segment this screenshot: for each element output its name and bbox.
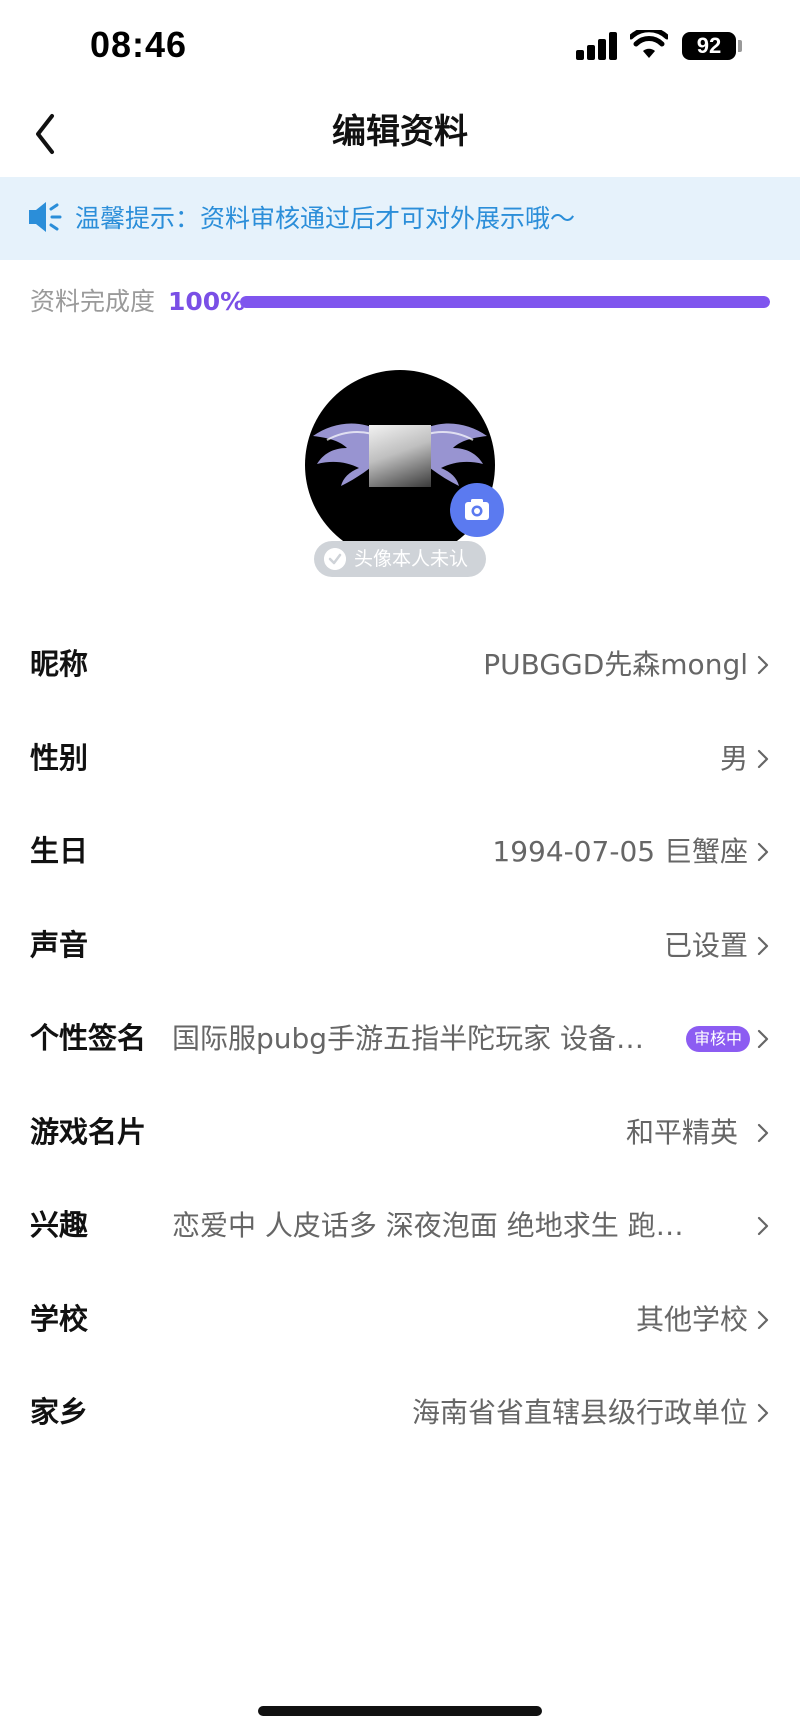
row-label: 性别 bbox=[30, 740, 89, 775]
row-value: 和平精英 bbox=[625, 1115, 738, 1149]
chevron-right-icon bbox=[757, 749, 769, 768]
notice-text: 温馨提示：资料审核通过后才可对外展示哦～ bbox=[75, 204, 576, 233]
chevron-right-icon bbox=[757, 1216, 769, 1236]
camera-button[interactable] bbox=[450, 483, 504, 537]
speaker-icon bbox=[29, 202, 62, 232]
status-time: 08:46 bbox=[90, 24, 188, 65]
row-value: 其他学校 bbox=[635, 1302, 748, 1336]
chevron-right-icon bbox=[757, 1123, 769, 1142]
chevron-right-icon bbox=[757, 1029, 769, 1049]
row-label: 声音 bbox=[30, 927, 89, 962]
row-value: 恋爱中 人皮话多 深夜泡面 绝地求生 跑… bbox=[172, 1209, 684, 1242]
row-value: 1994-07-05 巨蟹座 bbox=[492, 835, 748, 868]
avatar-photo bbox=[369, 425, 431, 487]
row-gender[interactable]: 性别 男 bbox=[0, 712, 800, 806]
row-value: 男 bbox=[719, 741, 748, 775]
battery-icon: 92 bbox=[682, 32, 736, 60]
camera-icon bbox=[465, 499, 489, 520]
completeness-progress-fill bbox=[240, 296, 770, 308]
nav-bar: 编辑资料 bbox=[0, 92, 800, 176]
row-label: 个性签名 bbox=[30, 1021, 147, 1055]
wifi-icon bbox=[630, 30, 668, 58]
row-label: 家乡 bbox=[30, 1395, 89, 1429]
row-label: 生日 bbox=[30, 834, 89, 868]
row-value: 已设置 bbox=[663, 928, 748, 962]
row-label: 游戏名片 bbox=[30, 1114, 147, 1149]
row-label: 学校 bbox=[30, 1301, 89, 1336]
row-hometown[interactable]: 家乡 海南省省直辖县级行政单位 bbox=[0, 1366, 800, 1460]
page-title: 编辑资料 bbox=[332, 112, 468, 152]
row-game-card[interactable]: 游戏名片 和平精英 bbox=[0, 1086, 800, 1180]
row-value: PUBGGD先森mongl bbox=[483, 648, 748, 681]
signal-icon bbox=[576, 32, 618, 60]
home-indicator bbox=[258, 1706, 542, 1716]
row-interests[interactable]: 兴趣 恋爱中 人皮话多 深夜泡面 绝地求生 跑… bbox=[0, 1179, 800, 1273]
battery-tip bbox=[738, 40, 742, 52]
completeness-progress-bar bbox=[240, 296, 770, 308]
row-voice[interactable]: 声音 已设置 bbox=[0, 899, 800, 993]
completeness-percent: 100% bbox=[168, 287, 246, 316]
review-status-badge: 审核中 bbox=[685, 1026, 750, 1052]
verify-text: 头像本人未认证 bbox=[354, 548, 469, 606]
profile-list: 昵称 PUBGGD先森mongl 性别 男 生日 1994-07-05 巨蟹座 … bbox=[0, 618, 800, 1460]
chevron-right-icon bbox=[757, 1403, 769, 1423]
row-school[interactable]: 学校 其他学校 bbox=[0, 1273, 800, 1367]
completeness-label: 资料完成度 bbox=[30, 287, 156, 316]
chevron-right-icon bbox=[757, 655, 769, 675]
row-birthday[interactable]: 生日 1994-07-05 巨蟹座 bbox=[0, 805, 800, 899]
chevron-right-icon bbox=[757, 1310, 769, 1329]
row-nickname[interactable]: 昵称 PUBGGD先森mongl bbox=[0, 618, 800, 712]
check-icon bbox=[324, 548, 346, 570]
profile-completeness: 资料完成度 100% bbox=[0, 282, 800, 322]
row-value: 海南省省直辖县级行政单位 bbox=[411, 1396, 748, 1429]
notice-banner: 温馨提示：资料审核通过后才可对外展示哦～ bbox=[0, 177, 800, 260]
row-label: 兴趣 bbox=[30, 1208, 89, 1242]
avatar-verify-badge: 头像本人未认证 bbox=[314, 541, 486, 606]
row-value: 国际服pubg手游五指半陀玩家 设备… bbox=[172, 1022, 644, 1055]
status-bar: 08:46 92 bbox=[0, 0, 800, 92]
row-label: 昵称 bbox=[30, 647, 89, 681]
chevron-right-icon bbox=[757, 842, 769, 862]
chevron-right-icon bbox=[757, 936, 769, 955]
row-signature[interactable]: 个性签名 国际服pubg手游五指半陀玩家 设备… 审核中 bbox=[0, 992, 800, 1086]
